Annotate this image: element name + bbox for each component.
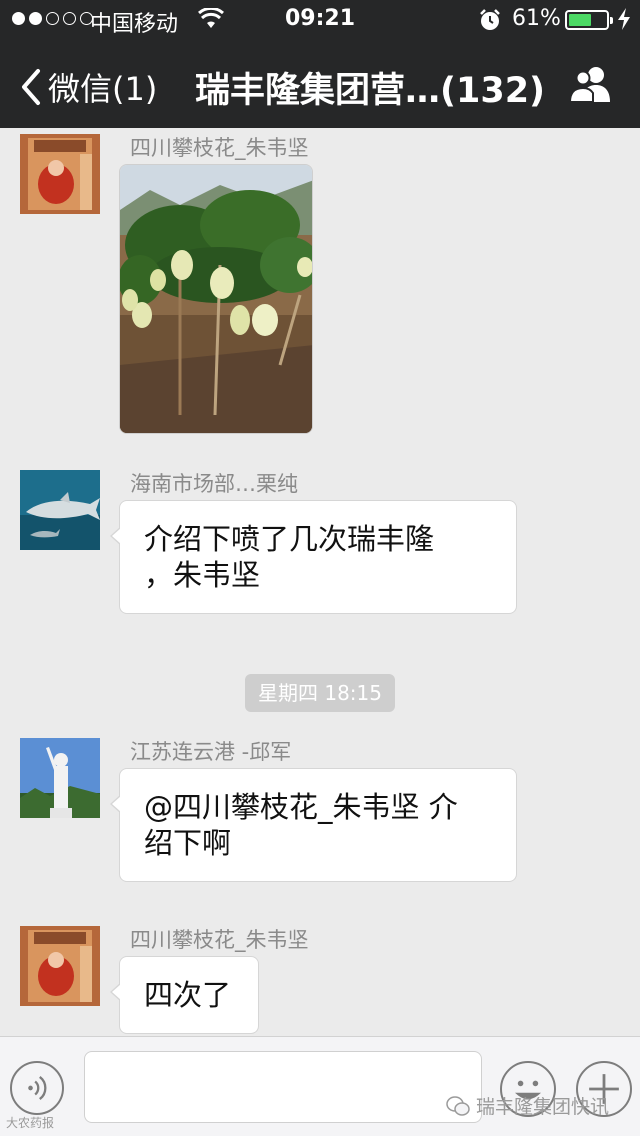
message: 四川攀枝花_朱韦坚 四次了 — [0, 920, 640, 1036]
message-bubble[interactable]: @四川攀枝花_朱韦坚 介 绍下啊 — [110, 768, 517, 882]
chevron-left-icon — [22, 69, 40, 105]
message-text-line: @四川攀枝花_朱韦坚 介 — [144, 790, 458, 824]
status-bar: 中国移动 09:21 61% — [0, 0, 640, 40]
message-input[interactable] — [84, 1051, 482, 1123]
group-people-icon[interactable] — [566, 64, 616, 104]
message: 四川攀枝花_朱韦坚 — [0, 128, 640, 448]
avatar[interactable] — [20, 134, 100, 214]
avatar[interactable] — [20, 470, 100, 550]
avatar[interactable] — [20, 738, 100, 818]
avatar[interactable] — [20, 926, 100, 1006]
alarm-icon — [478, 8, 502, 32]
input-bar — [0, 1036, 640, 1136]
message: 海南市场部…栗纯 介绍下喷了几次瑞丰隆 ，朱韦坚 — [0, 464, 640, 624]
charging-icon — [617, 8, 631, 30]
watermark-right: 瑞丰隆集团快讯 — [446, 1092, 609, 1119]
message-bubble[interactable]: 四次了 — [110, 956, 259, 1034]
message-text-line: 绍下啊 — [144, 826, 232, 860]
chat-title: 瑞丰隆集团营…(132) — [195, 71, 546, 111]
message-text-line: ，朱韦坚 — [144, 558, 261, 592]
battery-percent: 61% — [512, 6, 561, 31]
voice-icon — [28, 1075, 47, 1101]
message: 江苏连云港 -邱军 @四川攀枝花_朱韦坚 介 绍下啊 — [0, 732, 640, 892]
image-message[interactable] — [119, 164, 313, 434]
sender-name: 四川攀枝花_朱韦坚 — [130, 928, 309, 952]
chat-messages[interactable]: 四川攀枝花_朱韦坚 海南市场部…栗纯 介绍下喷了几次瑞丰隆 ，朱韦坚 星期四 1… — [0, 128, 640, 1036]
back-label: 微信(1) — [48, 70, 158, 108]
navigation-bar: 微信(1) 瑞丰隆集团营…(132) — [0, 40, 640, 128]
back-button[interactable]: 微信(1) — [18, 64, 157, 110]
voice-button[interactable] — [10, 1061, 64, 1115]
timestamp-label: 星期四 18:15 — [245, 674, 395, 712]
sender-name: 四川攀枝花_朱韦坚 — [130, 136, 309, 160]
battery-icon — [565, 10, 613, 30]
message-text-line: 四次了 — [144, 978, 232, 1012]
watermark-right-text: 瑞丰隆集团快讯 — [476, 1096, 610, 1118]
sender-name: 江苏连云港 -邱军 — [130, 740, 292, 764]
watermark-left: 大农药报 — [6, 1116, 55, 1130]
message-bubble[interactable]: 介绍下喷了几次瑞丰隆 ，朱韦坚 — [110, 500, 517, 614]
wechat-logo-icon — [446, 1095, 470, 1116]
message-text-line: 介绍下喷了几次瑞丰隆 — [144, 522, 435, 556]
sender-name: 海南市场部…栗纯 — [130, 472, 298, 496]
